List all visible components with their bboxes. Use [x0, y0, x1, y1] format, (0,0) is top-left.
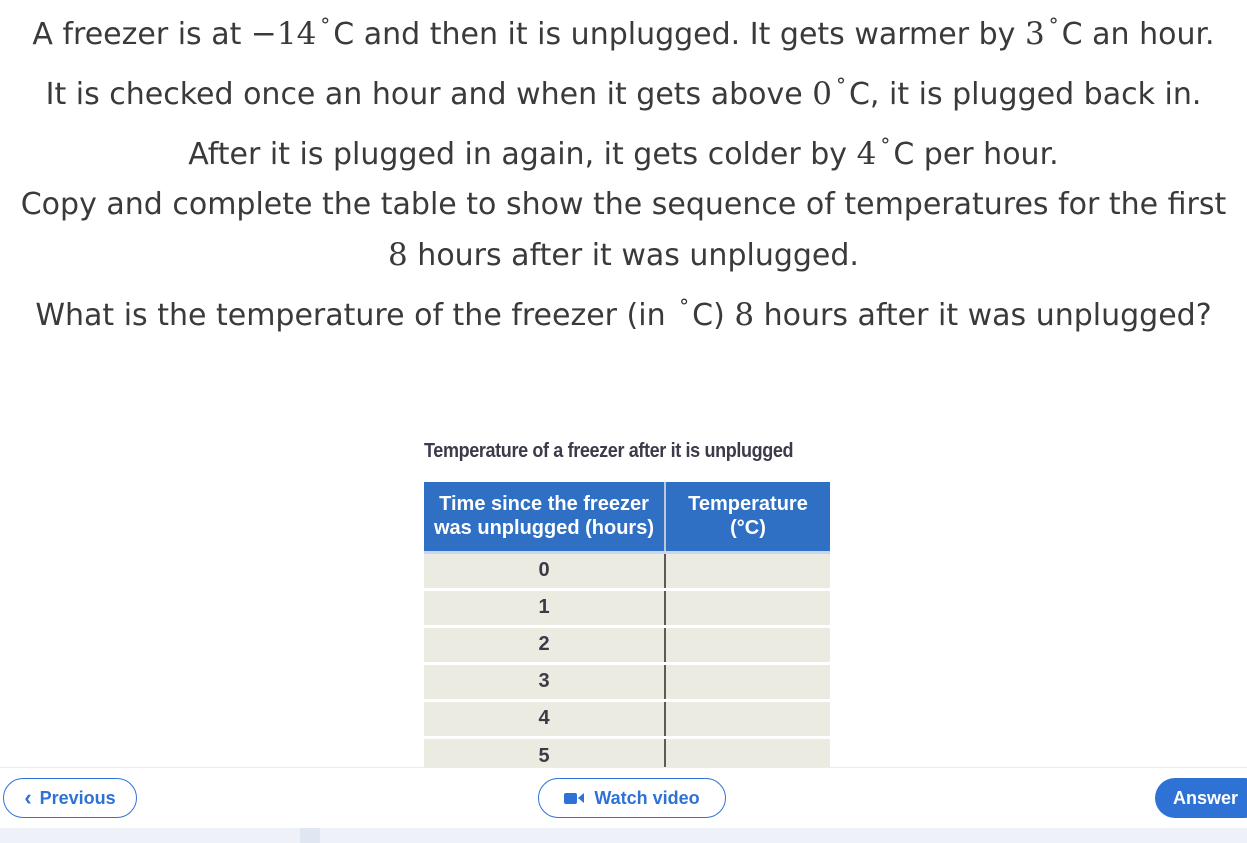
question-text: A freezer is at −14 ° C and then it is unp… [20, 0, 1227, 341]
text-segment: C) [692, 298, 735, 333]
cell-hours: 0 [424, 550, 666, 589]
table-row: 0 [424, 550, 830, 589]
question-paragraph-1: A freezer is at −14 ° C and then it is unp… [20, 0, 1227, 180]
table-row: 2 [424, 624, 830, 663]
degree-symbol: ° [679, 294, 690, 318]
cell-temperature [665, 735, 830, 767]
warm-rate-value: 3 [1024, 16, 1045, 52]
previous-button-label: Previous [39, 787, 116, 808]
cell-hours: 5 [424, 735, 666, 767]
question-paragraph-3: What is the temperature of the freezer (… [20, 281, 1227, 341]
chevron-left-icon: ‹ [24, 785, 32, 810]
text-segment: C per hour. [893, 137, 1059, 172]
threshold-value: 0 [812, 76, 832, 112]
cell-temperature [665, 624, 830, 663]
math-cool-rate: 4 ° [856, 133, 894, 172]
temperature-table: Time since the freezer was unplugged (ho… [424, 482, 830, 767]
cell-hours: 3 [424, 661, 666, 700]
table-header-row: Time since the freezer was unplugged (ho… [424, 482, 830, 552]
text-segment: Copy and complete the table to show the … [20, 187, 1227, 222]
text-segment: What is the temperature of the freezer (… [35, 298, 676, 333]
math-degree: ° [675, 294, 692, 333]
cell-temperature [665, 698, 830, 737]
bottom-bar-tab [300, 828, 320, 843]
temperature-table-container[interactable]: Time since the freezer was unplugged (ho… [424, 482, 830, 767]
watch-video-label: Watch video [594, 787, 700, 808]
text-segment: hours after it was unplugged. [407, 238, 859, 273]
degree-symbol: ° [835, 73, 846, 97]
math-hours: 8 [734, 297, 755, 333]
header-time: Time since the freezer was unplugged (ho… [424, 482, 666, 552]
cell-hours: 4 [424, 698, 666, 737]
cell-temperature [665, 587, 830, 626]
cool-rate-value: 4 [856, 136, 877, 172]
start-temp-value: −14 [250, 16, 317, 52]
cell-hours: 2 [424, 624, 666, 663]
question-paragraph-2: Copy and complete the table to show the … [20, 180, 1227, 281]
text-segment: C and then it is unplugged. It gets warm… [333, 17, 1025, 52]
header-temperature: Temperature (°C) [665, 482, 830, 552]
text-segment: A freezer is at [32, 17, 251, 52]
answer-button-label: Answer [1173, 787, 1239, 808]
degree-symbol: ° [880, 133, 891, 157]
video-camera-icon [564, 792, 585, 804]
math-warm-rate: 3 ° [1024, 13, 1062, 52]
degree-symbol: ° [1048, 13, 1059, 37]
math-start-temp: −14 ° [250, 13, 333, 52]
cell-temperature [665, 550, 830, 589]
cell-hours: 1 [424, 587, 666, 626]
bottom-bar [0, 828, 1247, 843]
table-title: Temperature of a freezer after it is unp… [424, 440, 794, 462]
math-threshold: 0 ° [812, 73, 849, 112]
footer-divider [0, 767, 1247, 768]
math-hours: 8 [388, 237, 408, 273]
watch-video-button[interactable]: Watch video [538, 778, 726, 818]
table-row: 4 [424, 698, 830, 737]
text-segment: hours after it was unplugged? [754, 298, 1212, 333]
table-row: 3 [424, 661, 830, 700]
previous-button[interactable]: ‹ Previous [3, 778, 137, 818]
answer-button[interactable]: Answer [1155, 778, 1247, 818]
cell-temperature [665, 661, 830, 700]
degree-symbol: ° [320, 13, 331, 37]
table-row: 5 [424, 735, 830, 767]
table-row: 1 [424, 587, 830, 626]
